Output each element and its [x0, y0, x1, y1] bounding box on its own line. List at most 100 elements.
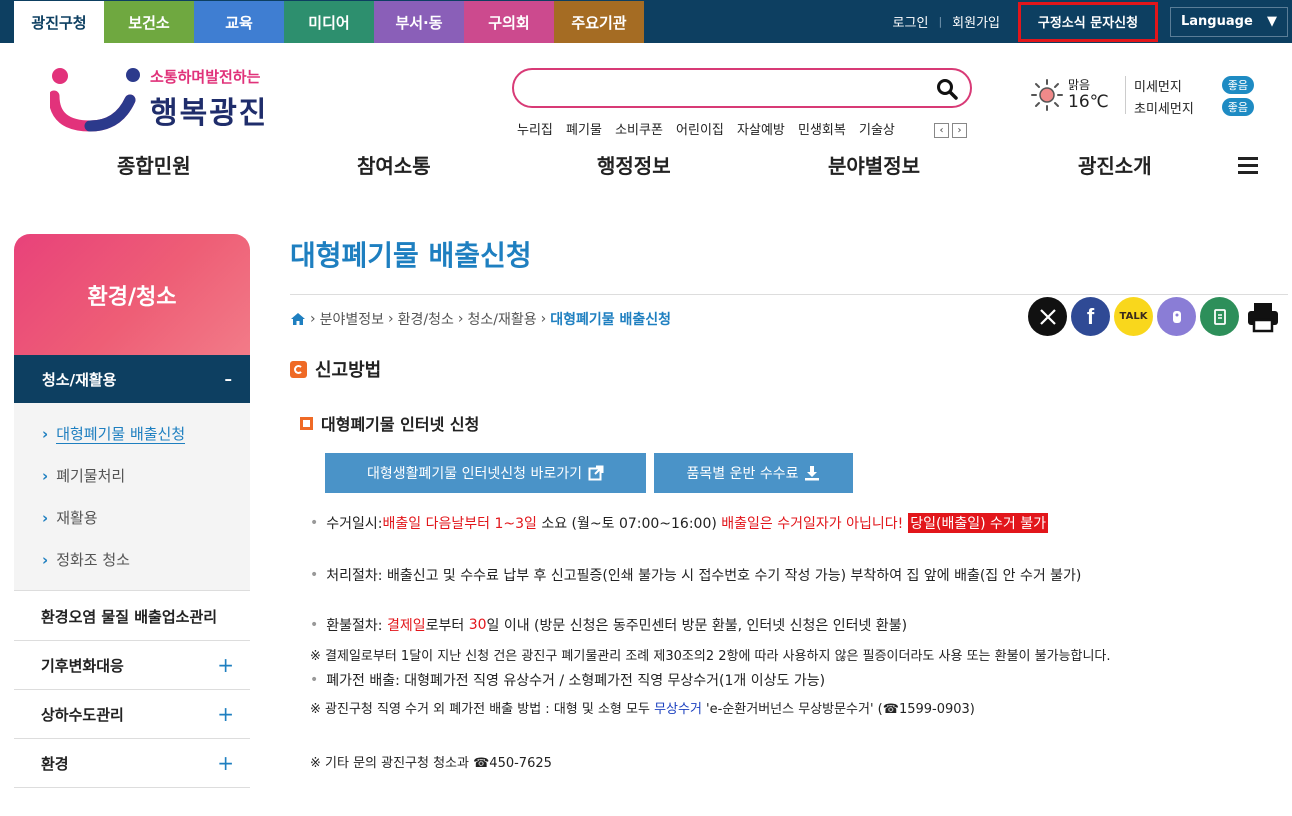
nav-participation[interactable]: 참여소통 [357, 150, 431, 179]
plus-icon[interactable]: + [217, 653, 234, 677]
document-download-icon[interactable] [1200, 297, 1239, 336]
breadcrumb-current: 대형폐기물 배출신청 [550, 312, 672, 328]
online-apply-button[interactable]: 대형생활폐기물 인터넷신청 바로가기 [325, 453, 646, 493]
page-title: 대형폐기물 배출신청 [290, 239, 532, 272]
print-icon[interactable] [1243, 297, 1282, 336]
sun-icon [1031, 79, 1063, 111]
weather-temperature: 16℃ [1068, 92, 1109, 112]
refund-note: ※ 결제일로부터 1달이 지난 신청 건은 광진구 폐기물관리 조례 제30조의… [310, 649, 1111, 664]
home-icon[interactable] [290, 312, 306, 326]
logo-slogan: 소통하며발전하는 [150, 68, 261, 86]
tab-departments[interactable]: 부서·동 [374, 1, 464, 43]
air-quality-widget: 미세먼지 좋음 초미세먼지 좋음 [1134, 74, 1254, 118]
kakaotalk-share-icon[interactable]: TALK [1114, 297, 1153, 336]
search-input[interactable] [512, 68, 972, 108]
fine-dust-badge: 좋음 [1221, 76, 1254, 94]
sidebar-item-label: 기후변화대응 [41, 656, 124, 675]
breadcrumb-item[interactable]: 청소/재활용 [467, 309, 536, 329]
tab-council[interactable]: 구의회 [464, 1, 554, 43]
warning-badge: 당일(배출일) 수거 불가 [908, 513, 1048, 533]
sidebar-item-label: 청소/재활용 [42, 370, 117, 389]
refund-text: • 환불절차: 결제일 로부터 30 일 이내 (방문 신청은 동주민센터 방문… [310, 617, 908, 634]
chevron-down-icon: ▼ [1267, 14, 1277, 29]
sidebar-submenu: › 대형폐기물 배출신청 › 폐기물처리 › 재활용 › 정화조 청소 [14, 403, 250, 591]
plus-icon[interactable]: + [217, 751, 234, 775]
language-select[interactable]: Language ▼ [1170, 6, 1288, 37]
submenu-bulky-waste[interactable]: › 대형폐기물 배출신청 [42, 423, 186, 444]
nav-field-info[interactable]: 분야별정보 [828, 150, 920, 179]
download-icon [805, 466, 820, 481]
submenu-waste-disposal[interactable]: › 폐기물처리 [42, 465, 125, 486]
weather-condition: 맑음 [1068, 78, 1091, 92]
chevron-right-icon: › [42, 509, 49, 527]
divider [290, 294, 1288, 295]
procedure-text: • 처리절차: 배출신고 및 수수료 납부 후 신고필증(인쇄 불가능 시 접수… [310, 567, 1082, 584]
sidebar-item-pollutant-facilities[interactable]: 환경오염 물질 배출업소관리 [14, 592, 250, 641]
contact-note: ※ 기타 문의 광진구청 청소과 ☎450-7625 [310, 756, 552, 771]
ultrafine-dust-badge: 좋음 [1221, 98, 1254, 116]
nav-civil-affairs[interactable]: 종합민원 [117, 150, 191, 179]
sidebar-item-cleaning-recycling[interactable]: 청소/재활용 – [14, 355, 250, 403]
submenu-septic-cleaning[interactable]: › 정화조 청소 [42, 549, 130, 570]
chevron-right-icon: › [42, 551, 49, 569]
section-bullet-icon [290, 360, 307, 378]
band-share-icon[interactable] [1157, 297, 1196, 336]
top-bar: 광진구청 보건소 교육 미디어 부서·동 구의회 주요기관 로그인 | 회원가입… [0, 0, 1292, 43]
sidebar-item-climate[interactable]: 기후변화대응 + [14, 641, 250, 690]
submenu-recycling[interactable]: › 재활용 [42, 507, 98, 528]
nav-about-gwangjin[interactable]: 광진소개 [1078, 150, 1152, 179]
facebook-share-icon[interactable]: f [1071, 297, 1110, 336]
menu-icon[interactable] [1238, 157, 1258, 175]
tab-health-center[interactable]: 보건소 [104, 1, 194, 43]
tab-major-institutions[interactable]: 주요기관 [554, 1, 644, 43]
keyword-link[interactable]: 자살예방 [737, 123, 785, 138]
chevron-right-icon: › [540, 311, 547, 327]
bullet-icon: • [310, 515, 319, 531]
sidebar-item-water-sewage[interactable]: 상하수도관리 + [14, 690, 250, 739]
signup-link[interactable]: 회원가입 [942, 12, 1010, 31]
keyword-link[interactable]: 누리집 [517, 123, 553, 138]
keyword-link[interactable]: 폐기물 [566, 123, 602, 138]
sms-subscribe-button[interactable]: 구정소식 문자신청 [1018, 1, 1158, 42]
site-tabs: 광진구청 보건소 교육 미디어 부서·동 구의회 주요기관 [14, 1, 644, 43]
divider [1125, 76, 1126, 114]
tab-media[interactable]: 미디어 [284, 1, 374, 43]
chevron-right-icon: › [42, 425, 49, 443]
keyword-nav: ‹ › [934, 123, 967, 138]
breadcrumb-item[interactable]: 환경/청소 [398, 309, 454, 329]
breadcrumb: › 분야별정보 › 환경/청소 › 청소/재활용 › 대형폐기물 배출신청 [290, 309, 671, 329]
tab-gwangjin-office[interactable]: 광진구청 [14, 1, 104, 43]
sidebar-title: 환경/청소 [14, 234, 250, 355]
search-icon[interactable] [936, 78, 958, 100]
main-navigation: 종합민원 참여소통 행정정보 분야별정보 광진소개 [0, 150, 1292, 182]
language-label: Language [1181, 14, 1253, 29]
chevron-right-icon: › [457, 311, 464, 327]
keyword-link[interactable]: 어린이집 [676, 123, 724, 138]
subsection-bullet-icon [300, 416, 313, 430]
keyword-link[interactable]: 소비쿠폰 [615, 123, 663, 138]
chevron-left-icon[interactable]: ‹ [934, 123, 949, 138]
logo-mark-icon [48, 68, 140, 132]
collapse-icon[interactable]: – [225, 370, 233, 388]
login-link[interactable]: 로그인 [883, 12, 939, 31]
bullet-icon: • [310, 617, 319, 633]
keyword-link[interactable]: 기술상 [859, 123, 895, 138]
x-share-icon[interactable] [1028, 297, 1067, 336]
keyword-link[interactable]: 민생회복 [798, 123, 846, 138]
tab-education[interactable]: 교육 [194, 1, 284, 43]
chevron-right-icon: › [42, 467, 49, 485]
nav-admin-info[interactable]: 행정정보 [597, 150, 671, 179]
sidebar-item-environment[interactable]: 환경 + [14, 739, 250, 788]
chevron-right-icon: › [310, 311, 316, 327]
fee-download-button[interactable]: 품목별 운반 수수료 [654, 453, 853, 493]
ultrafine-dust-label: 초미세먼지 [1134, 101, 1194, 117]
sidebar-item-label: 상하수도관리 [41, 705, 124, 724]
site-logo[interactable]: 소통하며발전하는 행복광진 [48, 66, 266, 132]
appliance-note: ※ 광진구청 직영 수거 외 폐가전 배출 방법 : 대형 및 소형 모두 무상… [310, 702, 975, 717]
top-utility: 로그인 | 회원가입 구정소식 문자신청 Language ▼ [883, 0, 1292, 43]
chevron-right-icon: › [388, 311, 394, 327]
breadcrumb-item[interactable]: 분야별정보 [320, 309, 384, 329]
sidebar-item-label: 환경오염 물질 배출업소관리 [41, 607, 218, 626]
chevron-right-icon[interactable]: › [952, 123, 967, 138]
plus-icon[interactable]: + [217, 702, 234, 726]
